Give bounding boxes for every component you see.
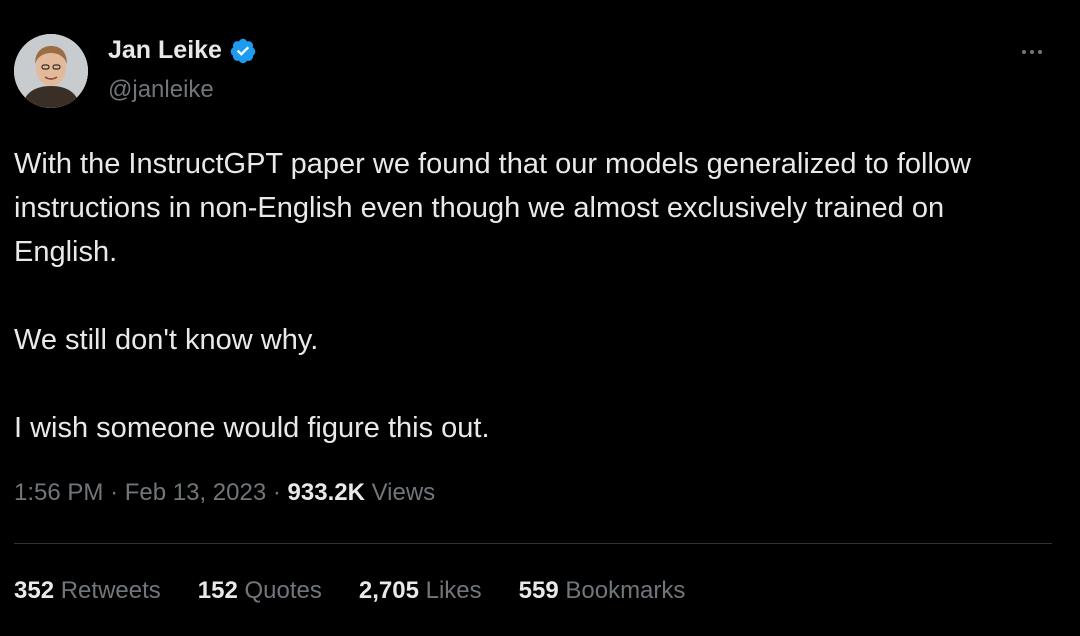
likes-label: Likes [425, 577, 482, 604]
more-horizontal-icon [1022, 50, 1026, 54]
retweets-label: Retweets [60, 577, 161, 604]
views-label: Views [371, 479, 436, 506]
tweet-date[interactable]: Feb 13, 2023 [125, 479, 266, 506]
bookmarks-count: 559 [518, 577, 559, 604]
author-name[interactable]: Jan Leike [108, 36, 222, 65]
divider [14, 543, 1052, 544]
retweets-stat[interactable]: 352 Retweets [14, 577, 161, 605]
likes-count: 2,705 [358, 577, 419, 604]
quotes-label: Quotes [244, 577, 322, 604]
engagement-stats: 352 Retweets 152 Quotes 2,705 Likes 559 … [14, 577, 685, 605]
meta-separator: · [272, 479, 281, 506]
more-horizontal-icon-dot [1038, 50, 1042, 54]
bookmarks-stat[interactable]: 559 Bookmarks [519, 577, 686, 605]
tweet-paragraph: With the InstructGPT paper we found that… [14, 148, 971, 268]
avatar[interactable] [14, 34, 88, 108]
more-horizontal-icon-dot [1030, 50, 1034, 54]
author-handle[interactable]: @janleike [108, 76, 214, 104]
tweet-paragraph: We still don't know why. [14, 324, 319, 356]
meta-separator: · [110, 479, 119, 506]
likes-stat[interactable]: 2,705 Likes [359, 577, 482, 605]
bookmarks-label: Bookmarks [565, 577, 686, 604]
author-name-row[interactable]: Jan Leike [108, 36, 257, 65]
quotes-count: 152 [197, 577, 238, 604]
tweet-card: Jan Leike @janleike With the InstructGPT… [0, 0, 1080, 636]
tweet-meta: 1:56 PM · Feb 13, 2023 · 933.2K Views [14, 479, 435, 507]
retweets-count: 352 [14, 577, 55, 604]
quotes-stat[interactable]: 152 Quotes [198, 577, 322, 605]
more-options-button[interactable] [1014, 40, 1050, 64]
tweet-text: With the InstructGPT paper we found that… [14, 142, 1054, 450]
tweet-time[interactable]: 1:56 PM [14, 479, 103, 506]
avatar-image [14, 34, 88, 108]
tweet-paragraph: I wish someone would figure this out. [14, 412, 490, 444]
verified-badge-icon [230, 38, 256, 63]
views-count: 933.2K [287, 479, 365, 506]
